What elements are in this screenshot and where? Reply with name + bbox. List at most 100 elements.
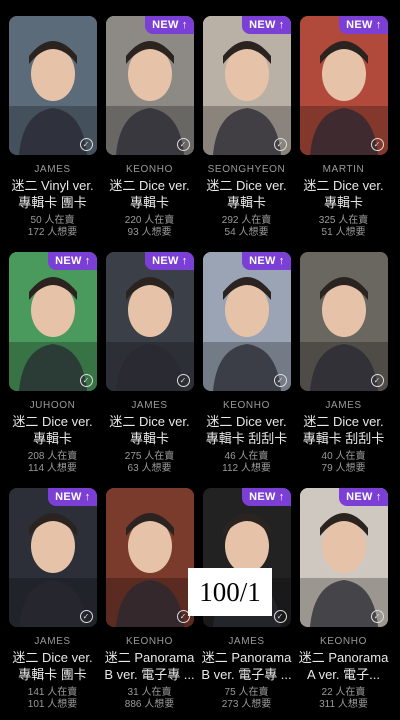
photocard-item[interactable]: NEW ↑ ✓ MARTIN 迷二 Dice ver. 專輯卡 325 人在賣 51 人想要 [295, 12, 392, 248]
card-stats: 208 人在賣 114 人想要 [28, 451, 77, 475]
check-circle-icon[interactable]: ✓ [370, 610, 384, 623]
photocard-image[interactable]: NEW ↑ ✓ [105, 16, 194, 155]
artist-name: SEONGHYEON [207, 164, 286, 175]
card-title-line1: 迷二 Dice ver. [303, 178, 384, 193]
card-title: 迷二 Dice ver. 專輯卡 刮刮卡 [199, 413, 295, 447]
arrow-up-icon: ↑ [278, 19, 285, 31]
photocard-item[interactable]: NEW ↑ ✓ KEONHO 迷二 Dice ver. 專輯卡 刮刮卡 46 人在賣 112 … [198, 248, 295, 484]
photocard-image[interactable]: NEW ↑ ✓ [299, 16, 388, 155]
photocard-item[interactable]: NEW ↑ ✓ JAMES 迷二 Dice ver. 專輯卡 團卡 141 人在賣 101 人… [4, 484, 101, 720]
card-stats: 75 人在賣 273 人想要 [222, 687, 271, 711]
card-title-line2: 專輯卡 [129, 431, 169, 446]
photocard-image[interactable]: ✓ [299, 252, 388, 391]
photocard-item[interactable]: NEW ↑ ✓ KEONHO 迷二 Dice ver. 專輯卡 220 人在賣 93 人想要 [101, 12, 198, 248]
card-title-line2: 專輯卡 團卡 [18, 195, 87, 210]
photocard-item[interactable]: NEW ↑ ✓ JAMES 迷二 Dice ver. 專輯卡 275 人在賣 63 人想要 [101, 248, 198, 484]
photocard-image[interactable]: NEW ↑ ✓ [299, 488, 388, 627]
check-circle-icon[interactable]: ✓ [273, 138, 287, 151]
card-title-line1: 迷二 Dice ver. [12, 414, 93, 429]
overlay-label: 100/1 [188, 568, 272, 616]
card-title-line1: 迷二 Panorama [104, 650, 195, 665]
photocard-image[interactable]: NEW ↑ ✓ [8, 252, 97, 391]
card-title-line2: 專輯卡 刮刮卡 [302, 431, 385, 446]
arrow-up-icon: ↑ [84, 255, 91, 267]
card-title: 迷二 Dice ver. 專輯卡 [102, 177, 198, 211]
wanted-count: 51 人想要 [321, 227, 366, 238]
arrow-up-icon: ↑ [278, 255, 285, 267]
new-badge-label: NEW [55, 255, 82, 267]
photocard-item[interactable]: NEW ↑ ✓ JUHOON 迷二 Dice ver. 專輯卡 208 人在賣 114 人想要 [4, 248, 101, 484]
card-title: 迷二 Dice ver. 專輯卡 [5, 413, 101, 447]
new-badge: NEW ↑ [339, 488, 388, 506]
check-circle-icon[interactable]: ✓ [273, 610, 287, 623]
selling-count: 208 人在賣 [27, 451, 78, 462]
photocard-item[interactable]: ✓ JAMES 迷二 Dice ver. 專輯卡 刮刮卡 40 人在賣 79 人想要 [295, 248, 392, 484]
arrow-up-icon: ↑ [84, 491, 91, 503]
photocard-item[interactable]: NEW ↑ ✓ SEONGHYEON 迷二 Dice ver. 專輯卡 292 人在賣 54 … [198, 12, 295, 248]
artist-name: JAMES [228, 636, 265, 647]
member-portrait [105, 488, 194, 627]
selling-count: 275 人在賣 [124, 451, 175, 462]
wanted-count: 79 人想要 [321, 463, 366, 474]
card-stats: 275 人在賣 63 人想要 [125, 451, 174, 475]
arrow-up-icon: ↑ [181, 255, 188, 267]
wanted-count: 886 人想要 [124, 699, 175, 710]
check-circle-icon[interactable]: ✓ [176, 374, 190, 387]
check-circle-icon[interactable]: ✓ [370, 374, 384, 387]
member-portrait [299, 488, 388, 627]
member-portrait [105, 252, 194, 391]
photocard-image[interactable]: NEW ↑ ✓ [202, 252, 291, 391]
check-circle-icon[interactable]: ✓ [79, 374, 93, 387]
member-portrait [202, 16, 291, 155]
selling-count: 46 人在賣 [224, 451, 269, 462]
photocard-image[interactable]: ✓ [105, 488, 194, 627]
check-circle-icon[interactable]: ✓ [370, 138, 384, 151]
selling-count: 325 人在賣 [318, 215, 369, 226]
arrow-up-icon: ↑ [278, 491, 285, 503]
card-title-line2: A ver. 電子... [307, 667, 380, 682]
wanted-count: 93 人想要 [127, 227, 172, 238]
card-title-line2: 專輯卡 [226, 195, 266, 210]
card-title-line1: 迷二 Panorama [201, 650, 292, 665]
selling-count: 220 人在賣 [124, 215, 175, 226]
selling-count: 50 人在賣 [30, 215, 75, 226]
member-portrait [8, 16, 97, 155]
new-badge-label: NEW [249, 491, 276, 503]
check-circle-icon[interactable]: ✓ [273, 374, 287, 387]
card-title-line1: 迷二 Dice ver. [206, 414, 287, 429]
artist-name: JAMES [34, 164, 71, 175]
member-portrait [8, 488, 97, 627]
card-title-line1: 迷二 Dice ver. [12, 650, 93, 665]
card-title-line1: 迷二 Dice ver. [303, 414, 384, 429]
member-portrait [105, 16, 194, 155]
photocard-item[interactable]: ✓ KEONHO 迷二 Panorama B ver. 電子專 ... 31 人在賣 88… [101, 484, 198, 720]
new-badge: NEW ↑ [242, 252, 291, 270]
card-title: 迷二 Panorama B ver. 電子專 ... [199, 649, 295, 683]
member-portrait [299, 252, 388, 391]
card-title: 迷二 Dice ver. 專輯卡 團卡 [5, 649, 101, 683]
wanted-count: 54 人想要 [224, 227, 269, 238]
card-title: 迷二 Dice ver. 專輯卡 [102, 413, 198, 447]
card-title-line1: 迷二 Vinyl ver. [11, 178, 94, 193]
card-title-line2: 專輯卡 團卡 [18, 667, 87, 682]
card-title: 迷二 Panorama B ver. 電子專 ... [102, 649, 198, 683]
photocard-image[interactable]: NEW ↑ ✓ [8, 488, 97, 627]
member-portrait [299, 16, 388, 155]
selling-count: 22 人在賣 [321, 687, 366, 698]
photocard-item[interactable]: ✓ JAMES 迷二 Vinyl ver. 專輯卡 團卡 50 人在賣 172 人想要 [4, 12, 101, 248]
new-badge: NEW ↑ [145, 16, 194, 34]
photocard-item[interactable]: NEW ↑ ✓ KEONHO 迷二 Panorama A ver. 電子... 22 人在賣… [295, 484, 392, 720]
wanted-count: 114 人想要 [28, 463, 77, 474]
artist-name: JAMES [325, 400, 362, 411]
new-badge-label: NEW [55, 491, 82, 503]
photocard-image[interactable]: NEW ↑ ✓ [202, 16, 291, 155]
check-circle-icon[interactable]: ✓ [79, 138, 93, 151]
photocard-image[interactable]: ✓ [8, 16, 97, 155]
photocard-image[interactable]: NEW ↑ ✓ [105, 252, 194, 391]
check-circle-icon[interactable]: ✓ [79, 610, 93, 623]
wanted-count: 63 人想要 [127, 463, 172, 474]
check-circle-icon[interactable]: ✓ [176, 138, 190, 151]
new-badge: NEW ↑ [242, 16, 291, 34]
card-title-line2: 專輯卡 [32, 431, 72, 446]
selling-count: 141 人在賣 [27, 687, 78, 698]
